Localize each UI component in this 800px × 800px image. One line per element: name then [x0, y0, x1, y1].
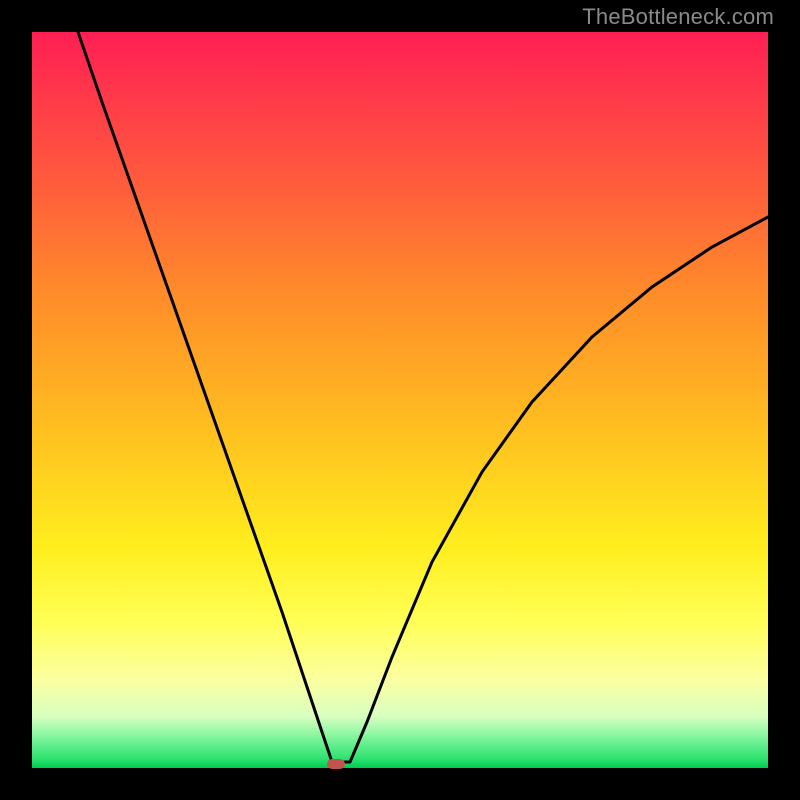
attribution-text: TheBottleneck.com — [582, 4, 774, 30]
bottleneck-curve — [32, 32, 768, 768]
chart-frame: TheBottleneck.com — [0, 0, 800, 800]
optimal-point-marker — [327, 759, 345, 769]
curve-path — [78, 32, 768, 762]
